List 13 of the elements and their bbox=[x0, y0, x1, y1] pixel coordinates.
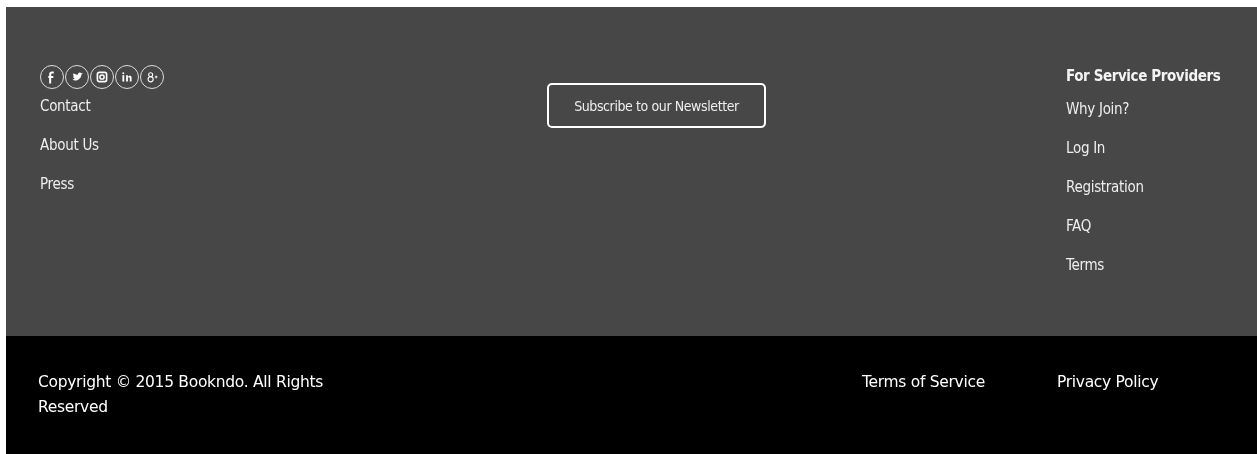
footer-link[interactable]: Why Join? bbox=[1066, 100, 1130, 139]
legal-link[interactable]: Privacy Policy bbox=[1056, 370, 1159, 395]
footer-link[interactable]: About Us bbox=[40, 136, 99, 175]
column-heading: For Service Providers bbox=[1066, 67, 1221, 85]
footer-link[interactable]: FAQ bbox=[1066, 217, 1092, 256]
footer-link[interactable]: Contact bbox=[40, 97, 91, 136]
footer-link[interactable]: Terms bbox=[1066, 256, 1104, 295]
copyright-text: Copyright © 2015 Bookndo. All Rights Reserved bbox=[38, 372, 324, 418]
footer-link[interactable]: Registration bbox=[1066, 178, 1144, 217]
footer-link[interactable]: Press bbox=[40, 175, 74, 214]
footer-link[interactable]: Log In bbox=[1066, 139, 1106, 178]
newsletter-button[interactable]: Subscribe to our Newsletter bbox=[547, 83, 766, 128]
legal-link[interactable]: Terms of Service bbox=[862, 370, 985, 395]
